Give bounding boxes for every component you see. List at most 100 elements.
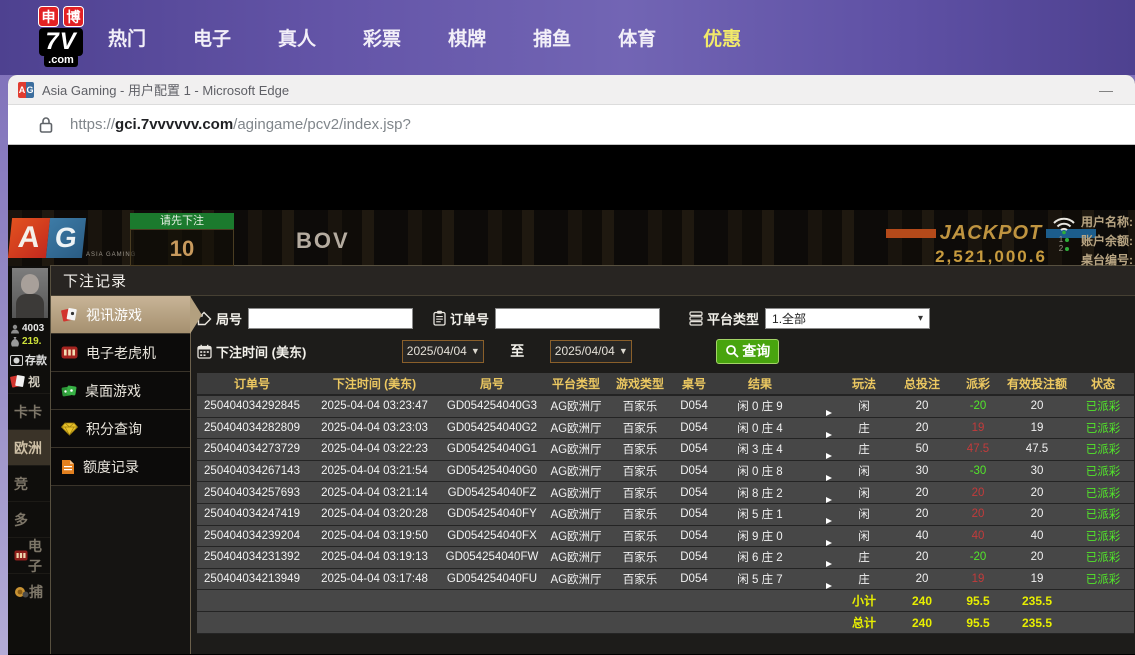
col-status: 状态: [1090, 377, 1115, 391]
tab-points-query[interactable]: 积分查询: [51, 410, 190, 448]
tab-video-games-label: 视讯游戏: [86, 306, 142, 323]
cell-game-type: 百家乐: [622, 401, 658, 414]
site-logo[interactable]: 申 博 7V .com: [22, 6, 100, 67]
logo-main: 7V: [39, 28, 83, 56]
cell-result: 闲 3 庄 4: [737, 444, 783, 457]
grand-total-valid: 235.5: [1021, 615, 1053, 630]
cell-total-bet: 20: [915, 421, 929, 434]
table-row: 250404034292845 2025-04-04 03:23:47 GD05…: [197, 396, 1134, 418]
cell-game-type: 百家乐: [622, 574, 658, 587]
platform-type-select[interactable]: 1.全部 ▾: [765, 307, 931, 329]
round-number-input[interactable]: [248, 307, 414, 329]
col-valid-bet: 有效投注额: [1006, 377, 1067, 391]
bet-time-label: 下注时间 (美东): [197, 342, 306, 361]
cell-play-type: 闲: [858, 509, 870, 522]
cell-bet-time: 2025-04-04 03:17:48: [321, 573, 428, 586]
cell-total-bet: 20: [915, 573, 929, 586]
avatar[interactable]: [12, 268, 48, 318]
cell-play-type: 庄: [858, 574, 870, 587]
lobby-menu-fishing[interactable]: 捕: [8, 573, 50, 609]
cell-status: 已派彩: [1085, 466, 1121, 479]
person-icon: [10, 324, 20, 334]
tab-video-games[interactable]: 视讯游戏: [51, 296, 202, 334]
lobby-menu-jing[interactable]: 竞: [8, 465, 50, 501]
cell-round: GD054254040FU: [446, 573, 538, 586]
table-number-label: 桌台编号:: [1081, 253, 1133, 267]
bet-banner: 请先下注 10: [130, 213, 234, 266]
cell-platform: AG欧洲厅: [550, 422, 602, 435]
browser-urlbar[interactable]: https://gci.7vvvvvv.com/agingame/pcv2/in…: [8, 105, 1135, 145]
minimize-button[interactable]: —: [1087, 82, 1125, 98]
cell-total-bet: 20: [915, 508, 929, 521]
search-button[interactable]: 查询: [716, 338, 780, 364]
cell-result: 闲 5 庄 1: [737, 509, 783, 522]
grand-total-row: 总计 240 95.5 235.5: [197, 612, 1134, 635]
portal-header: 申 博 7V .com 热门 电子 真人 彩票 棋牌 捕鱼 体育 优惠: [0, 0, 1135, 75]
lobby-video-tab[interactable]: 视: [8, 369, 50, 393]
cell-total-bet: 40: [915, 529, 929, 542]
cell-order: 250404034257693: [204, 486, 300, 499]
portal-nav: 热门 电子 真人 彩票 棋牌 捕鱼 体育 优惠: [108, 24, 741, 51]
col-payout: 派彩: [965, 377, 990, 391]
nav-item-promos[interactable]: 优惠: [703, 24, 741, 51]
dollar-icon: [10, 354, 23, 366]
lobby-menu-slots[interactable]: 电子: [8, 537, 50, 574]
order-number-input[interactable]: [495, 307, 661, 329]
lobby-deposit-button[interactable]: 存款: [8, 351, 50, 369]
tab-quota-records[interactable]: 额度记录: [51, 448, 190, 486]
nav-item-hot[interactable]: 热门: [108, 24, 146, 51]
signal-row-1: 1: [1059, 235, 1070, 244]
cell-order: 250404034273729: [204, 443, 300, 456]
lobby-menu-duo[interactable]: 多: [8, 501, 50, 537]
platform-type-label: 平台类型: [689, 309, 759, 328]
cell-game-type: 百家乐: [622, 530, 658, 543]
col-total-bet: 总投注: [903, 377, 940, 391]
cell-bet-time: 2025-04-04 03:23:03: [321, 421, 428, 434]
grand-total-label: 总计: [851, 616, 876, 631]
cell-order: 250404034239204: [204, 529, 300, 542]
cell-order: 250404034247419: [204, 508, 300, 521]
nav-item-fishing[interactable]: 捕鱼: [533, 24, 571, 51]
date-to-picker[interactable]: 2025/04/04 ▼: [550, 339, 633, 363]
nav-item-live[interactable]: 真人: [278, 24, 316, 51]
date-from-picker[interactable]: 2025/04/04 ▼: [402, 339, 485, 363]
lobby-menu-europe[interactable]: 欧洲: [8, 429, 50, 465]
cell-valid-bet: 40: [1030, 529, 1044, 542]
table-row: 250404034273729 2025-04-04 03:22:23 GD05…: [197, 439, 1134, 461]
cell-platform: AG欧洲厅: [550, 552, 602, 565]
side-menu-filler: [51, 486, 190, 654]
cell-valid-bet: 20: [1030, 486, 1044, 499]
cell-play-type: 庄: [858, 422, 870, 435]
order-number-label: 订单号: [433, 309, 489, 328]
cell-payout: 20: [971, 508, 985, 521]
tab-table-games[interactable]: 桌面游戏: [51, 372, 190, 410]
cell-table: D054: [680, 551, 708, 564]
edge-browser-window: A G Asia Gaming - 用户配置 1 - Microsoft Edg…: [8, 75, 1135, 655]
cell-valid-bet: 20: [1030, 551, 1044, 564]
ag-logo-g: G: [45, 218, 87, 258]
nav-item-lottery[interactable]: 彩票: [363, 24, 401, 51]
url-text[interactable]: https://gci.7vvvvvv.com/agingame/pcv2/in…: [70, 116, 411, 133]
cell-total-bet: 20: [915, 400, 929, 413]
nav-item-boardgames[interactable]: 棋牌: [448, 24, 486, 51]
cell-result: 闲 9 庄 0: [737, 530, 783, 543]
favicon-g: G: [26, 81, 34, 98]
cell-payout: 20: [971, 486, 985, 499]
cell-result: 闲 8 庄 2: [737, 487, 783, 500]
tab-slot-machines[interactable]: 电子老虎机: [51, 334, 190, 372]
date-to-arrow-icon: ▼: [618, 346, 628, 356]
lobby-menu-kaka[interactable]: 卡卡: [8, 393, 50, 429]
nav-item-slots[interactable]: 电子: [193, 24, 231, 51]
nav-item-sports[interactable]: 体育: [618, 24, 656, 51]
cell-total-bet: 30: [915, 465, 929, 478]
date-from-arrow-icon: ▼: [470, 346, 480, 356]
cell-play-type: 闲: [858, 466, 870, 479]
date-from-value: 2025/04/04: [406, 344, 467, 358]
cell-bet-time: 2025-04-04 03:21:14: [321, 486, 428, 499]
cell-payout: 40: [971, 529, 985, 542]
lock-icon[interactable]: [38, 116, 54, 134]
platform-type-value: 1.全部: [772, 311, 807, 326]
cell-platform: AG欧洲厅: [550, 466, 602, 479]
cell-game-type: 百家乐: [622, 466, 658, 479]
bet-records-table: 订单号 下注时间 (美东) 局号 平台类型 游戏类型 桌号 结果 玩法 总投注: [197, 373, 1134, 635]
